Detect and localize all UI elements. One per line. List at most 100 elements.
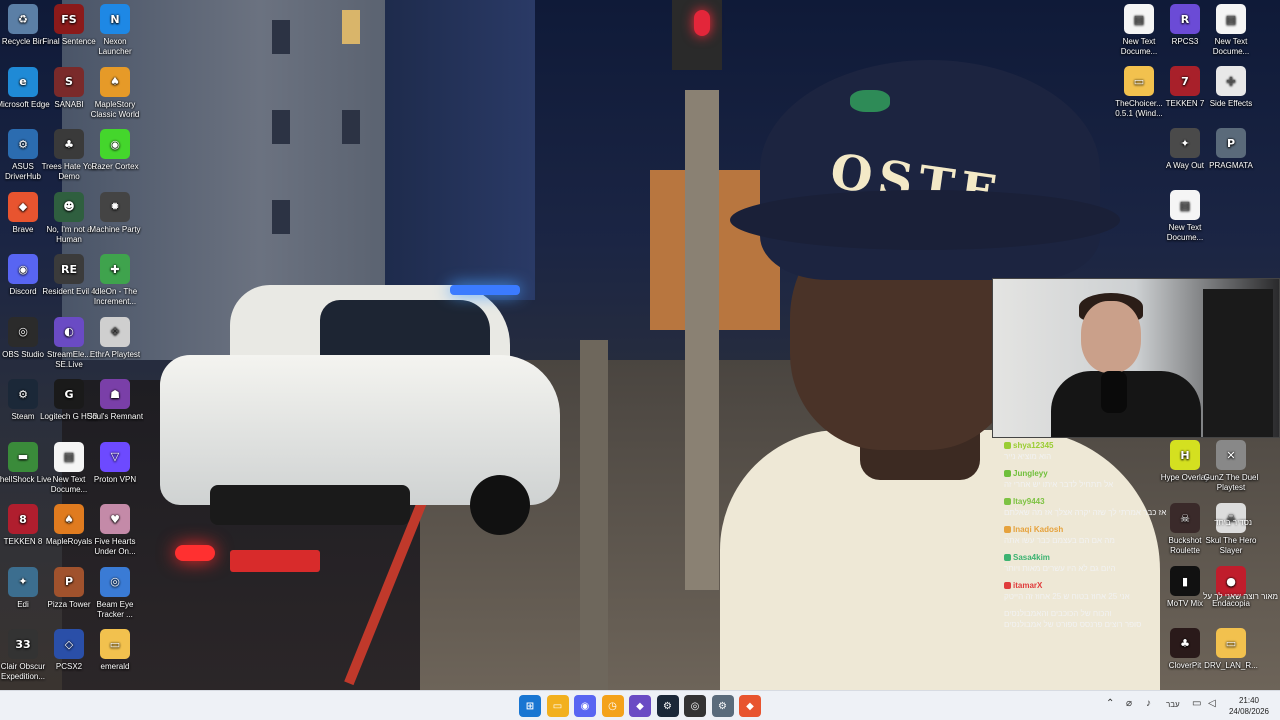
chat-username: Itay9443 bbox=[1013, 497, 1045, 506]
no-human-icon: ☻ bbox=[54, 191, 84, 222]
a-way-out-icon: ✦ bbox=[1170, 128, 1200, 158]
language-indicator[interactable]: עבר bbox=[1166, 700, 1180, 709]
windows-icon[interactable]: ⊞ bbox=[519, 695, 541, 717]
rpcs3-icon: R bbox=[1170, 4, 1200, 34]
desktop-icon[interactable]: ✹ Machine Party bbox=[86, 191, 144, 235]
pizza-tower-icon: P bbox=[54, 566, 84, 597]
resident-evil-icon: RE bbox=[54, 254, 84, 284]
edge-icon: e bbox=[8, 66, 38, 97]
desktop-icon[interactable]: ◉ Razer Cortex bbox=[86, 129, 144, 172]
five-hearts-icon: ♥ bbox=[100, 504, 130, 534]
car-grille bbox=[210, 485, 410, 525]
building-window bbox=[272, 200, 290, 234]
chat-username: Inaqi Kadosh bbox=[1013, 525, 1064, 534]
desktop-icon-label: PRAGMATA bbox=[1209, 161, 1253, 170]
desktop-icon[interactable]: ♥ Five Hearts Under On... bbox=[86, 504, 144, 557]
ethra-icon: ❖ bbox=[100, 316, 130, 347]
street-pole bbox=[685, 90, 719, 590]
side-effects-icon: ✣ bbox=[1216, 66, 1246, 96]
traffic-light bbox=[672, 0, 722, 70]
microphone-icon[interactable]: ♪ bbox=[1146, 698, 1151, 709]
car-light bbox=[175, 545, 215, 561]
obs-icon[interactable]: ◎ bbox=[684, 695, 706, 717]
gunz-icon: ✕ bbox=[1216, 440, 1246, 470]
desktop-icon[interactable]: ▽ Proton VPN bbox=[86, 441, 144, 485]
desktop-icon-label: Nexon Launcher bbox=[98, 37, 132, 56]
desktop-icon[interactable]: P PRAGMATA bbox=[1202, 128, 1260, 171]
license-plate bbox=[230, 550, 320, 572]
desktop-icon-label: Skul The Hero Slayer bbox=[1205, 536, 1257, 555]
desktop-icon-label: EthrA Playtest bbox=[89, 349, 141, 359]
desktop-icon[interactable]: ☗ Soul's Remnant bbox=[86, 379, 144, 422]
sanabi-icon: S bbox=[54, 66, 84, 97]
taskbar: ⊞ ▭ ◉ ◷ ◆ ⚙ ◎ ⚙ ◆ ⌃ ⌀ ♪ עבר ▭ ◁ 21:40 24/08/2026 bbox=[0, 690, 1280, 720]
desktop-icon-label: MapleStory Classic World bbox=[90, 99, 140, 119]
microphone bbox=[1101, 371, 1127, 413]
clock-date: 24/08/2026 bbox=[1228, 707, 1270, 716]
steam-icon[interactable]: ⚙ bbox=[656, 695, 679, 717]
desktop-icon-label: Razer Cortex bbox=[91, 162, 139, 171]
desktop-icon[interactable]: ◎ Beam Eye Tracker ... bbox=[86, 566, 144, 620]
folder-icon: ▭ bbox=[1216, 628, 1246, 658]
brave-icon: ◆ bbox=[8, 191, 38, 222]
bollard-pole bbox=[580, 340, 608, 690]
chat-username: shya12345 bbox=[1013, 441, 1054, 450]
desktop-icon[interactable]: ▭ emerald bbox=[86, 629, 144, 672]
chevron-up-icon[interactable]: ⌃ bbox=[1106, 698, 1114, 709]
desktop: OSTE shya12345 הוא מוציא נייר Jungleyy אל ת… bbox=[0, 0, 1280, 690]
lit-window bbox=[342, 10, 360, 44]
police-car bbox=[160, 285, 580, 572]
tank-icon: ▬ bbox=[8, 441, 38, 472]
folder-icon: ▭ bbox=[1124, 66, 1154, 96]
desktop-icon[interactable]: ▤ New Text Docume... bbox=[1156, 190, 1214, 243]
text-document-icon: ▤ bbox=[1124, 4, 1154, 34]
streamelements-icon[interactable]: ◆ bbox=[629, 695, 651, 717]
edi-icon: ✦ bbox=[8, 566, 38, 597]
mushroom-icon: ♠ bbox=[54, 504, 84, 534]
red-light bbox=[694, 10, 710, 36]
clock[interactable]: 21:40 24/08/2026 bbox=[1222, 695, 1276, 717]
desktop-icon-label: DRV_LAN_R... bbox=[1204, 661, 1258, 670]
overlay-text: והכוח של הכוכבים והאמבולנסים bbox=[1004, 609, 1112, 618]
clock-icon[interactable]: ◷ bbox=[601, 695, 624, 717]
folder-icon[interactable]: ▭ bbox=[546, 695, 569, 717]
desktop-icon[interactable]: ▭ DRV_LAN_R... bbox=[1202, 628, 1260, 671]
chat-badge-icon bbox=[1004, 442, 1011, 450]
desktop-icon[interactable]: ✕ GunZ The Duel Playtest bbox=[1202, 440, 1260, 493]
hype-overlay-icon: H bbox=[1170, 440, 1200, 470]
siren-light bbox=[450, 285, 520, 295]
desktop-icon[interactable]: ♠ MapleStory Classic World bbox=[86, 66, 144, 120]
pragmata-icon: P bbox=[1216, 128, 1246, 158]
desktop-icon[interactable]: ✚ IdleOn - The Increment... bbox=[86, 254, 144, 307]
text-document-icon: ▤ bbox=[1170, 190, 1200, 220]
volume-icon[interactable]: ◁ bbox=[1208, 698, 1216, 709]
brave-icon[interactable]: ◆ bbox=[739, 695, 761, 717]
display-icon[interactable]: ▭ bbox=[1192, 698, 1201, 709]
windshield bbox=[320, 300, 490, 360]
building-window bbox=[272, 20, 290, 54]
desktop-icon-label: Machine Party bbox=[89, 224, 141, 234]
eye-tracker-icon: ◎ bbox=[100, 566, 130, 597]
desktop-icon[interactable]: N Nexon Launcher bbox=[86, 4, 144, 57]
desktop-icon-label: Proton VPN bbox=[93, 474, 137, 484]
gear-icon[interactable]: ⚙ bbox=[711, 695, 734, 717]
desktop-icon[interactable]: ☠ Skul The Hero Slayer bbox=[1202, 503, 1260, 556]
network-off-icon[interactable]: ⌀ bbox=[1126, 698, 1132, 709]
discord-icon[interactable]: ◉ bbox=[574, 695, 596, 717]
tekken-icon: 7 bbox=[1170, 66, 1200, 96]
chat-badge-icon bbox=[1004, 554, 1011, 562]
desktop-icon-label: Beam Eye Tracker ... bbox=[96, 599, 134, 619]
cloverpit-icon: ♣ bbox=[1170, 628, 1200, 658]
text-document-icon: ▤ bbox=[1216, 4, 1246, 34]
chat-badge-icon bbox=[1004, 470, 1011, 478]
desktop-icon[interactable]: ❖ EthrA Playtest bbox=[86, 316, 144, 360]
chat-badge-icon bbox=[1004, 526, 1011, 534]
crocodile-logo bbox=[850, 90, 890, 112]
desktop-icon[interactable]: ● Endacopia bbox=[1202, 566, 1260, 609]
desktop-icon-label: New Text Docume... bbox=[1166, 223, 1204, 242]
gaming-chair bbox=[1203, 289, 1273, 437]
desktop-icon[interactable]: ✣ Side Effects bbox=[1202, 66, 1260, 109]
desktop-icon[interactable]: ▤ New Text Docume... bbox=[1202, 4, 1260, 57]
razer-icon: ◉ bbox=[100, 129, 130, 159]
gear-icon: ⚙ bbox=[8, 129, 38, 159]
